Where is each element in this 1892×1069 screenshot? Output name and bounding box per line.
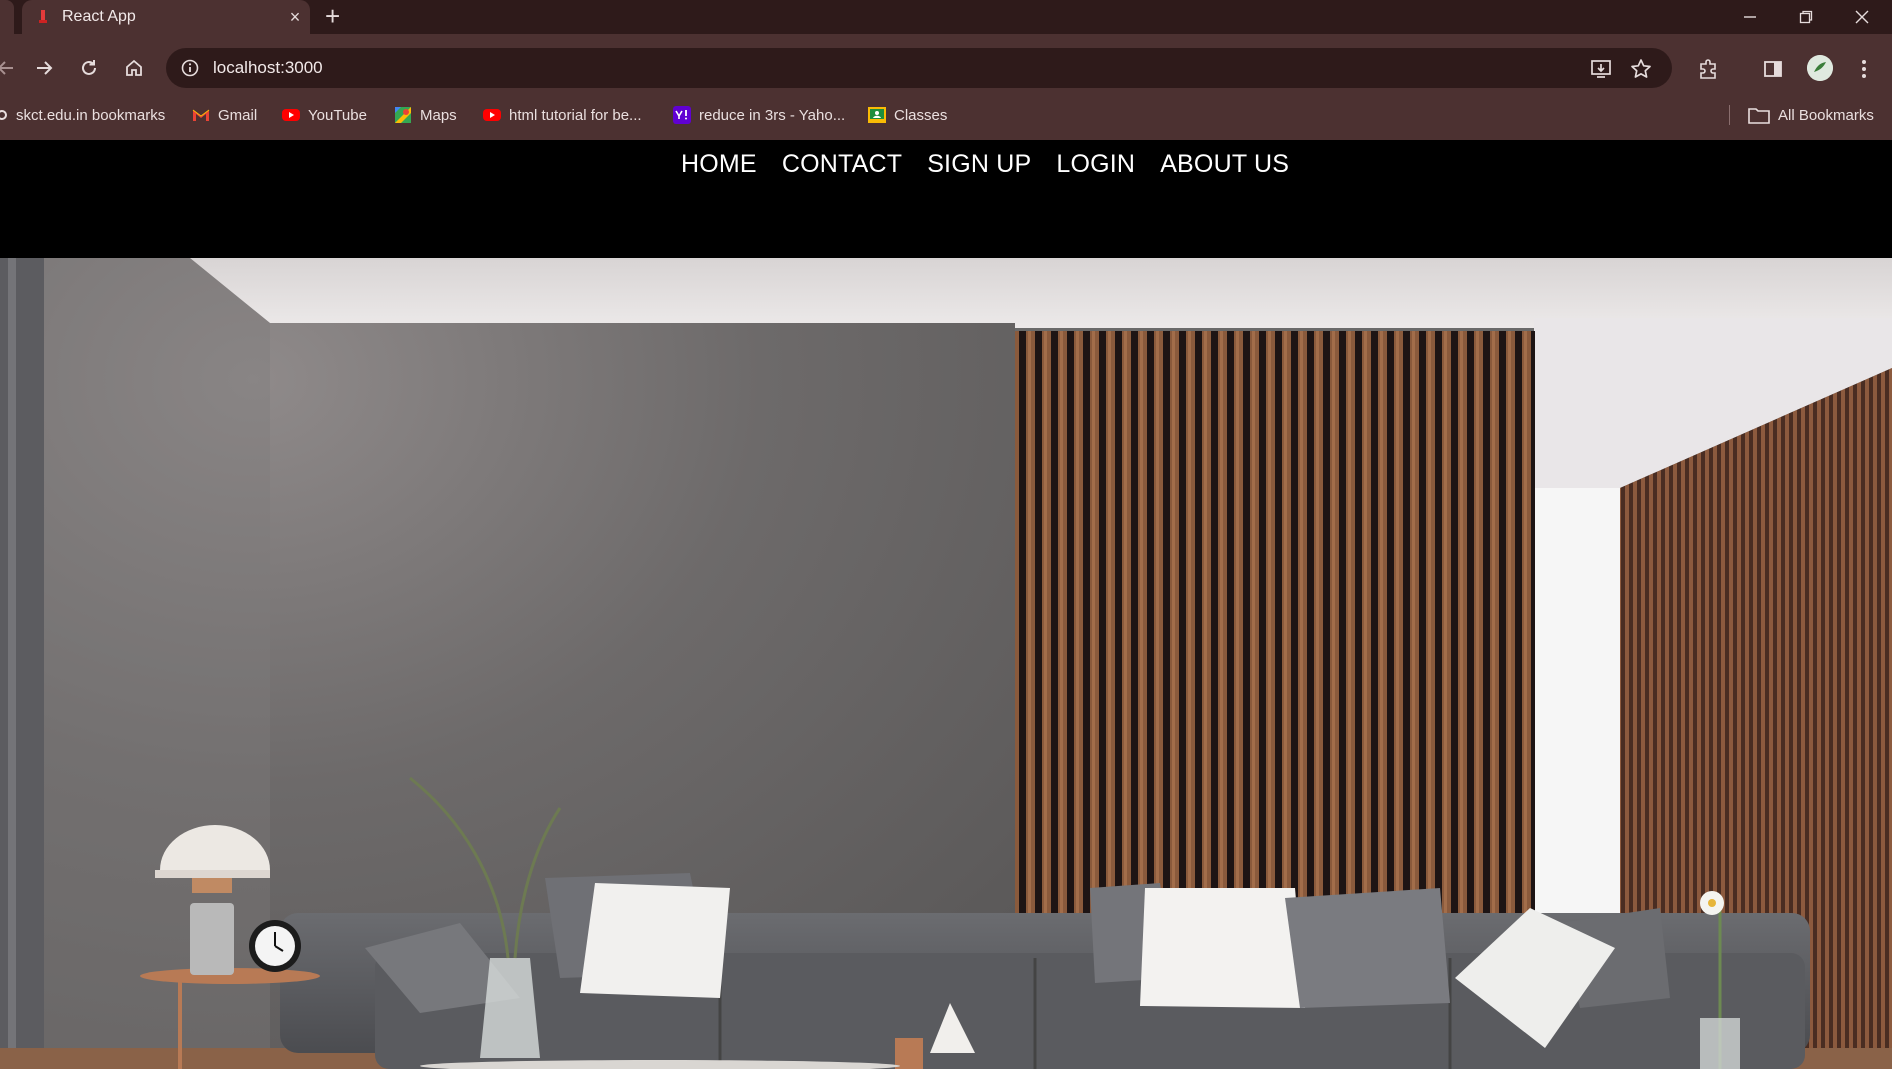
- all-bookmarks-button[interactable]: All Bookmarks: [1748, 102, 1874, 128]
- side-panel-icon[interactable]: [1761, 57, 1785, 81]
- maps-icon: [394, 106, 412, 124]
- nav-login-link[interactable]: LOGIN: [1056, 150, 1135, 179]
- yahoo-icon: [673, 106, 691, 124]
- home-icon: [126, 59, 142, 76]
- gmail-icon: [192, 106, 210, 124]
- url-text[interactable]: localhost:3000: [213, 58, 323, 78]
- nav-signup-link[interactable]: SIGN UP: [927, 150, 1031, 179]
- close-window-button[interactable]: [1834, 0, 1890, 34]
- bookmark-gmail[interactable]: Gmail: [192, 102, 257, 128]
- bookmark-yahoo[interactable]: reduce in 3rs - Yaho...: [673, 102, 845, 128]
- bookmark-label: html tutorial for be...: [509, 106, 642, 124]
- bookmark-label: Gmail: [218, 106, 258, 124]
- extensions-icon[interactable]: [1696, 57, 1720, 81]
- tab-title: React App: [62, 8, 136, 25]
- all-bookmarks-label: All Bookmarks: [1778, 106, 1874, 124]
- bookmark-label: Maps: [420, 106, 457, 124]
- youtube-icon: [282, 106, 300, 124]
- bookmark-maps[interactable]: Maps: [394, 102, 457, 128]
- classroom-icon: [868, 106, 886, 124]
- new-tab-button[interactable]: +: [325, 2, 340, 30]
- nav-home-link[interactable]: HOME: [681, 150, 757, 179]
- minimize-button[interactable]: [1722, 0, 1778, 34]
- reload-button[interactable]: [69, 34, 109, 102]
- browser-tab[interactable]: React App ×: [22, 0, 310, 34]
- folder-icon: [1748, 106, 1770, 124]
- forward-arrow-icon: [37, 61, 53, 75]
- bookmark-classes[interactable]: Classes: [868, 102, 947, 128]
- bookmark-html-tutorial[interactable]: html tutorial for be...: [483, 102, 642, 128]
- more-options-icon[interactable]: [1852, 57, 1876, 81]
- previous-tab-edge[interactable]: [0, 0, 14, 34]
- bookmark-star-icon[interactable]: [1630, 58, 1652, 80]
- tab-close-icon[interactable]: ×: [280, 7, 310, 28]
- web-page: HOME CONTACT SIGN UP LOGIN ABOUT US: [0, 140, 1892, 1069]
- restore-button[interactable]: [1778, 0, 1834, 34]
- gear-icon: [0, 106, 10, 124]
- forward-button[interactable]: [24, 34, 64, 102]
- living-room-illustration: [0, 258, 1892, 1069]
- home-button[interactable]: [114, 34, 154, 102]
- bookmarks-bar: skct.edu.in bookmarks Gmail YouTube Maps…: [0, 102, 1892, 140]
- bookmark-skct[interactable]: skct.edu.in bookmarks: [0, 102, 165, 128]
- install-app-icon[interactable]: [1590, 58, 1612, 80]
- back-button[interactable]: [0, 34, 26, 102]
- youtube-icon: [483, 106, 501, 124]
- bookmark-label: skct.edu.in bookmarks: [16, 106, 166, 124]
- bookmark-label: YouTube: [308, 106, 367, 124]
- bookmark-label: reduce in 3rs - Yaho...: [699, 106, 846, 124]
- nav-about-link[interactable]: ABOUT US: [1160, 150, 1289, 179]
- react-favicon-icon: [36, 10, 50, 24]
- profile-avatar[interactable]: [1807, 55, 1833, 81]
- site-navbar: HOME CONTACT SIGN UP LOGIN ABOUT US: [0, 140, 1892, 258]
- browser-toolbar: localhost:3000: [0, 34, 1892, 102]
- bookmark-youtube[interactable]: YouTube: [282, 102, 367, 128]
- address-bar[interactable]: localhost:3000: [166, 48, 1672, 88]
- nav-links: HOME CONTACT SIGN UP LOGIN ABOUT US: [681, 150, 1289, 179]
- hero-image: [0, 258, 1892, 1069]
- reload-icon: [82, 60, 96, 75]
- nav-contact-link[interactable]: CONTACT: [782, 150, 902, 179]
- bookmarks-separator: [1729, 105, 1730, 125]
- browser-title-bar: React App × +: [0, 0, 1892, 34]
- site-info-icon[interactable]: [180, 58, 200, 78]
- bookmark-label: Classes: [894, 106, 948, 124]
